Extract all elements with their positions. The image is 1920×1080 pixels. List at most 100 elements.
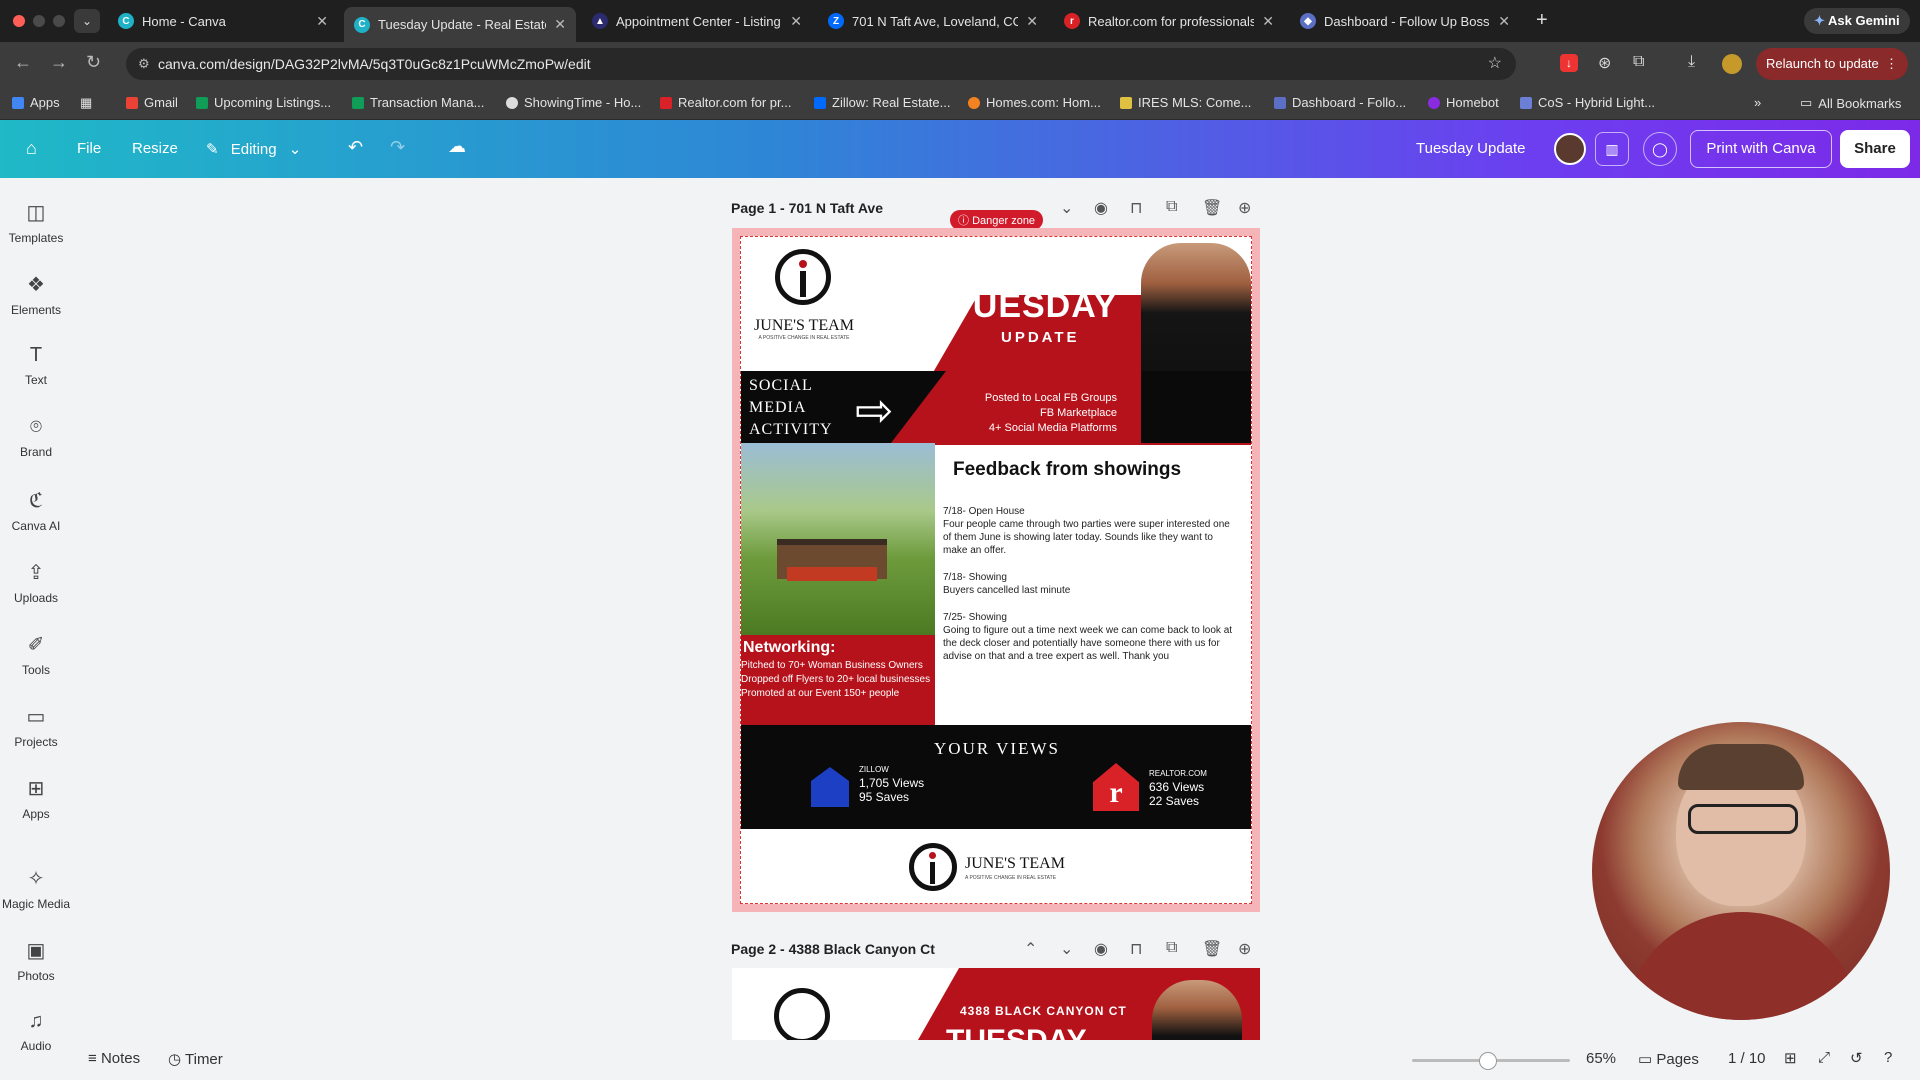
minimize-window-button[interactable] [33, 15, 45, 27]
site-info-icon[interactable]: ⚙ [138, 48, 150, 80]
back-arrow-icon[interactable]: ← [14, 52, 32, 73]
extension-download-icon[interactable]: ↓ [1560, 54, 1578, 72]
rail-audio[interactable]: ♫ Audio [0, 1010, 72, 1053]
history-icon[interactable]: ↺ [1850, 1049, 1863, 1067]
extension-grammar-icon[interactable]: ⊛ [1598, 53, 1611, 73]
page-chevron-up-icon[interactable]: ⌃ [1024, 939, 1037, 959]
rail-projects[interactable]: ▭ Projects [0, 704, 72, 749]
page-chevron-down-icon[interactable]: ⌄ [1060, 939, 1073, 959]
tab-701-taft[interactable]: Z 701 N Taft Ave, Loveland, CO ✕ [818, 7, 1048, 35]
lock-icon[interactable]: ⊓ [1130, 939, 1142, 959]
document-title[interactable]: Tuesday Update [1416, 140, 1526, 157]
bookmark-zillow[interactable]: Zillow: Real Estate... [814, 95, 951, 110]
close-tab-icon[interactable]: ✕ [1262, 13, 1274, 30]
duplicate-page-icon[interactable]: ⧉ [1166, 939, 1177, 957]
timer-button[interactable]: ◷ Timer [168, 1050, 223, 1068]
duplicate-page-icon[interactable]: ⧉ [1166, 198, 1177, 216]
add-page-icon[interactable]: ⊕ [1238, 198, 1251, 218]
page-chevron-down-icon[interactable]: ⌄ [1060, 198, 1073, 218]
more-bookmarks-chevron-icon[interactable]: » [1754, 95, 1761, 110]
all-bookmarks-folder[interactable]: ▭ All Bookmarks [1800, 95, 1901, 111]
page-1-title[interactable]: Page 1 - 701 N Taft Ave [731, 200, 883, 216]
help-icon[interactable]: ? [1884, 1049, 1892, 1066]
zoom-slider[interactable] [1412, 1052, 1570, 1070]
bookmark-ires[interactable]: IRES MLS: Come... [1120, 95, 1251, 110]
file-menu[interactable]: File [77, 140, 101, 157]
collaborator-avatar[interactable] [1554, 133, 1586, 165]
bookmark-cos[interactable]: CoS - Hybrid Light... [1520, 95, 1655, 110]
ask-gemini-button[interactable]: ✦ Ask Gemini [1804, 8, 1910, 34]
profile-avatar[interactable] [1722, 54, 1742, 74]
fullscreen-icon[interactable]: ⤢ [1818, 1049, 1830, 1066]
rail-apps[interactable]: ⊞ Apps [0, 776, 72, 821]
hide-page-icon[interactable]: ◉ [1094, 198, 1108, 218]
home-icon[interactable]: ⌂ [26, 138, 37, 159]
rail-text[interactable]: T Text [0, 344, 72, 387]
rail-uploads[interactable]: ⇪ Uploads [0, 560, 72, 605]
bookmark-dashboard[interactable]: Dashboard - Follo... [1274, 95, 1406, 110]
close-tab-icon[interactable]: ✕ [1026, 13, 1038, 30]
zoom-level[interactable]: 65% [1586, 1050, 1616, 1067]
share-button[interactable]: Share [1840, 130, 1910, 168]
bookmark-showingtime[interactable]: ShowingTime - Ho... [506, 95, 641, 110]
pages-button[interactable]: ▭ Pages [1638, 1050, 1699, 1068]
bookmark-realtor[interactable]: Realtor.com for pr... [660, 95, 791, 110]
rail-brand[interactable]: ⌾ Brand [0, 416, 72, 459]
bookmark-homebot[interactable]: Homebot [1428, 95, 1499, 110]
notes-button[interactable]: ≡ Notes [88, 1050, 140, 1067]
comment-icon[interactable]: ◯ [1643, 132, 1677, 166]
more-menu-icon[interactable]: ⋮ [1885, 48, 1898, 80]
bookmark-transaction[interactable]: Transaction Mana... [352, 95, 484, 110]
lock-icon[interactable]: ⊓ [1130, 198, 1142, 218]
print-with-canva-button[interactable]: Print with Canva [1690, 130, 1832, 168]
downloads-icon[interactable]: ⤓ [1688, 53, 1695, 71]
close-tab-icon[interactable]: ✕ [790, 13, 802, 30]
bookmark-apps[interactable]: Apps [12, 95, 60, 110]
reload-icon[interactable]: ↻ [86, 52, 101, 73]
insights-chart-icon[interactable]: ▥ [1595, 132, 1629, 166]
rail-canva-ai[interactable]: ℭ Canva AI [0, 488, 72, 533]
tab-tuesday-update[interactable]: C Tuesday Update - Real Estate ✕ [344, 7, 576, 42]
address-bar[interactable]: ⚙ canva.com/design/DAG32P2lvMA/5q3T0uGc8… [126, 48, 1516, 80]
design-page-1[interactable]: JUNE'S TEAM A POSITIVE CHANGE IN REAL ES… [732, 228, 1260, 912]
page-counter[interactable]: 1 / 10 [1728, 1050, 1766, 1067]
bookmark-gmail[interactable]: Gmail [126, 95, 178, 110]
tab-realtor-pro[interactable]: r Realtor.com for professionals ✕ [1054, 7, 1284, 35]
page-2-title[interactable]: Page 2 - 4388 Black Canyon Ct [731, 941, 935, 957]
hide-page-icon[interactable]: ◉ [1094, 939, 1108, 959]
close-tab-icon[interactable]: ✕ [554, 16, 566, 33]
forward-arrow-icon[interactable]: → [50, 52, 68, 73]
relaunch-to-update-button[interactable]: Relaunch to update ⋮ [1756, 48, 1908, 80]
rail-photos[interactable]: ▣ Photos [0, 938, 72, 983]
delete-page-icon[interactable]: 🗑 [1202, 198, 1222, 218]
extensions-puzzle-icon[interactable]: ⧉ [1633, 53, 1644, 71]
zoom-slider-handle[interactable] [1478, 1052, 1497, 1070]
tab-appointment-center[interactable]: ▲ Appointment Center - Listing ✕ [582, 7, 812, 35]
zoom-window-button[interactable] [53, 15, 65, 27]
add-page-icon[interactable]: ⊕ [1238, 939, 1251, 959]
close-window-button[interactable] [13, 15, 25, 27]
cloud-saved-icon[interactable]: ☁ [448, 136, 466, 157]
tab-follow-up-boss[interactable]: ◆ Dashboard - Follow Up Boss ✕ [1290, 7, 1520, 35]
tab-search-chevron-icon[interactable]: ⌄ [74, 9, 100, 33]
undo-icon[interactable]: ↶ [348, 137, 363, 158]
bookmark-upcoming-listings[interactable]: Upcoming Listings... [196, 95, 331, 110]
rail-magic-media[interactable]: ✧ Magic Media [0, 866, 72, 911]
editing-mode-dropdown[interactable]: ✎ Editing ⌄ [206, 140, 301, 158]
tab-home-canva[interactable]: C Home - Canva ✕ [108, 7, 338, 35]
rail-elements[interactable]: ❖ Elements [0, 272, 72, 317]
rail-templates[interactable]: ◫ Templates [0, 200, 72, 245]
delete-page-icon[interactable]: 🗑 [1202, 939, 1222, 959]
close-tab-icon[interactable]: ✕ [1498, 13, 1510, 30]
redo-icon[interactable]: ↷ [390, 137, 405, 158]
grid-view-icon[interactable]: ⊞ [1784, 1049, 1797, 1067]
new-tab-plus-icon[interactable]: + [1536, 9, 1548, 32]
notes-icon: ≡ [88, 1050, 97, 1067]
close-tab-icon[interactable]: ✕ [316, 13, 328, 30]
design-page-2[interactable]: 4388 BLACK CANYON CT TUESDAY [732, 968, 1260, 1040]
resize-menu[interactable]: Resize [132, 140, 178, 157]
rail-tools[interactable]: ✐ Tools [0, 632, 72, 677]
bookmark-homes[interactable]: Homes.com: Hom... [968, 95, 1101, 110]
bookmark-star-icon[interactable]: ☆ [1488, 48, 1502, 80]
bookmark-grid[interactable]: ▦ [80, 95, 92, 111]
